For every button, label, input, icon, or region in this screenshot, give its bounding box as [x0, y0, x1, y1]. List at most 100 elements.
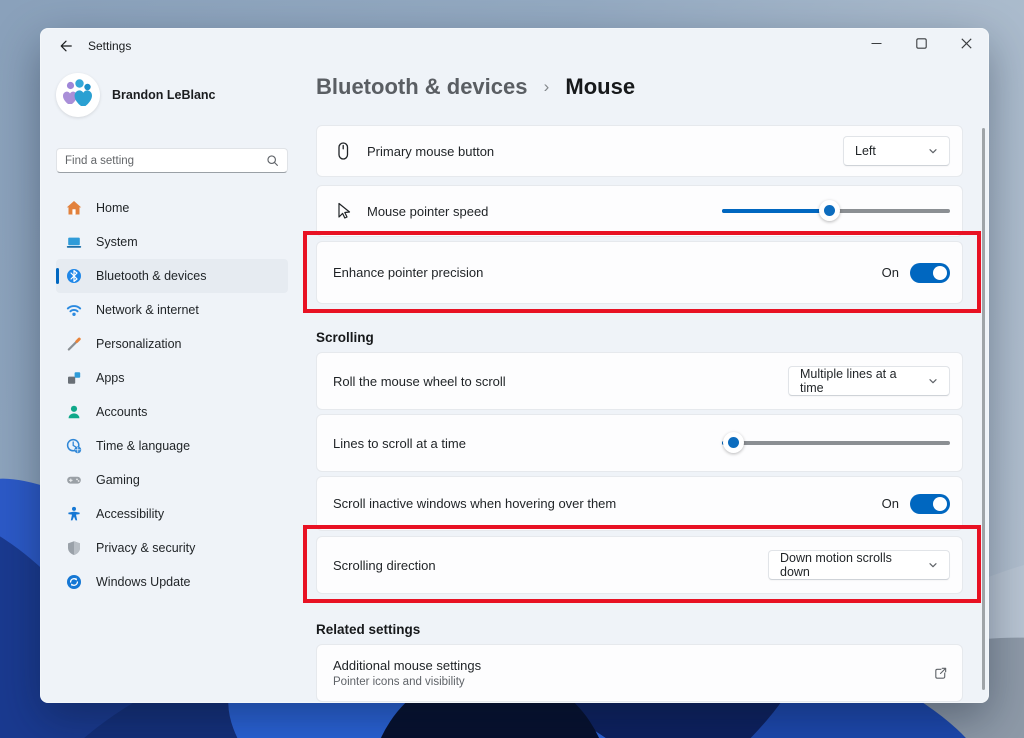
pointer-speed-row: Mouse pointer speed — [316, 185, 963, 237]
setting-label: Enhance pointer precision — [333, 265, 484, 280]
sidebar-item-label: Home — [96, 201, 130, 215]
system-icon — [66, 237, 82, 248]
sidebar-item-label: Bluetooth & devices — [96, 269, 207, 283]
sidebar-item-label: Windows Update — [96, 575, 191, 589]
network-icon — [66, 305, 82, 316]
sidebar-item-label: Network & internet — [96, 303, 199, 317]
sidebar-item-label: Privacy & security — [96, 541, 196, 555]
setting-label: Lines to scroll at a time — [333, 435, 466, 451]
slider-thumb[interactable] — [819, 200, 841, 221]
sidebar-item-windows-update[interactable]: Windows Update — [56, 565, 288, 599]
slider-thumb[interactable] — [723, 432, 745, 453]
content-scrollbar[interactable] — [982, 128, 985, 690]
dropdown-value: Multiple lines at a time — [800, 367, 897, 395]
chevron-down-icon — [929, 379, 937, 384]
toggle-state-label: On — [881, 496, 899, 511]
enhance-precision-toggle[interactable] — [910, 262, 950, 283]
sidebar-nav: Home System Bluetooth & devices Network … — [56, 191, 288, 599]
scroll-inactive-row: Scroll inactive windows when hovering ov… — [316, 476, 963, 531]
sidebar-item-label: Gaming — [96, 473, 140, 487]
home-icon — [66, 201, 82, 215]
sidebar-item-home[interactable]: Home — [56, 191, 288, 225]
dropdown-value: Left — [855, 144, 876, 158]
sidebar-item-system[interactable]: System — [56, 225, 288, 259]
scrolling-direction-row: Scrolling direction Down motion scrolls … — [316, 536, 963, 594]
window-controls — [854, 28, 989, 59]
chevron-down-icon — [929, 149, 937, 154]
back-arrow-icon — [60, 40, 72, 52]
sidebar-item-network-internet[interactable]: Network & internet — [56, 293, 288, 327]
pointer-speed-slider[interactable] — [722, 200, 950, 222]
mouse-icon — [338, 142, 349, 160]
additional-mouse-settings-row[interactable]: Additional mouse settings Pointer icons … — [316, 644, 963, 702]
setting-label: Roll the mouse wheel to scroll — [333, 373, 506, 389]
lines-to-scroll-slider[interactable] — [722, 432, 950, 454]
page-title: Mouse — [565, 74, 636, 99]
search-placeholder: Find a setting — [65, 154, 135, 167]
primary-button-dropdown[interactable]: Left — [843, 136, 950, 166]
wheel-scroll-dropdown[interactable]: Multiple lines at a time — [788, 366, 950, 396]
section-heading-related: Related settings — [316, 622, 421, 637]
window-title: Settings — [88, 39, 132, 53]
primary-mouse-button-row: Primary mouse button Left — [316, 125, 963, 177]
close-icon — [961, 38, 972, 49]
enhance-precision-row: Enhance pointer precision On — [316, 241, 963, 304]
maximize-button[interactable] — [899, 28, 944, 59]
sidebar-item-label: Accessibility — [96, 507, 165, 521]
external-link-button[interactable] — [930, 663, 950, 683]
setting-label: Scrolling direction — [333, 557, 436, 573]
scroll-inactive-toggle[interactable] — [910, 493, 950, 514]
back-button[interactable] — [52, 33, 80, 59]
setting-label: Scroll inactive windows when hovering ov… — [333, 496, 617, 511]
user-account-row[interactable]: Brandon LeBlanc — [56, 73, 216, 117]
sidebar-item-accessibility[interactable]: Accessibility — [56, 497, 288, 531]
accessibility-icon — [68, 506, 80, 521]
sidebar-item-privacy-security[interactable]: Privacy & security — [56, 531, 288, 565]
sidebar-item-apps[interactable]: Apps — [56, 361, 288, 395]
avatar — [56, 73, 100, 117]
setting-label: Primary mouse button — [367, 143, 495, 159]
chevron-down-icon — [929, 563, 937, 568]
personalization-icon — [67, 337, 81, 351]
breadcrumb-separator-icon: › — [543, 77, 550, 96]
section-heading-scrolling: Scrolling — [316, 330, 374, 345]
time-language-icon — [66, 438, 82, 454]
search-icon — [267, 155, 278, 166]
cursor-icon — [338, 202, 351, 219]
sidebar-item-time-language[interactable]: Time & language — [56, 429, 288, 463]
title-bar: Settings — [40, 28, 989, 64]
setting-label: Mouse pointer speed — [367, 203, 489, 219]
setting-sublabel: Pointer icons and visibility — [333, 676, 465, 688]
apps-icon — [68, 372, 81, 384]
sidebar-item-bluetooth-devices[interactable]: Bluetooth & devices — [56, 259, 288, 293]
shield-icon — [68, 541, 80, 555]
accounts-icon — [68, 405, 80, 419]
search-input[interactable]: Find a setting — [56, 148, 288, 173]
setting-label: Additional mouse settings — [333, 658, 482, 673]
scrolling-direction-dropdown[interactable]: Down motion scrolls down — [768, 550, 950, 580]
sidebar-item-label: Time & language — [96, 439, 191, 453]
bluetooth-icon — [67, 269, 81, 283]
sidebar-item-label: Accounts — [96, 405, 148, 419]
breadcrumb-parent[interactable]: Bluetooth & devices — [316, 74, 527, 99]
minimize-icon — [871, 42, 882, 45]
minimize-button[interactable] — [854, 28, 899, 59]
sidebar-item-label: Apps — [96, 371, 125, 385]
gaming-icon — [67, 476, 81, 484]
windows-update-icon — [67, 575, 81, 589]
maximize-icon — [916, 38, 927, 49]
user-name: Brandon LeBlanc — [112, 88, 216, 102]
sidebar-item-gaming[interactable]: Gaming — [56, 463, 288, 497]
sidebar-item-personalization[interactable]: Personalization — [56, 327, 288, 361]
toggle-state-label: On — [881, 265, 899, 280]
dropdown-value: Down motion scrolls down — [780, 551, 892, 579]
breadcrumb: Bluetooth & devices › Mouse — [316, 74, 635, 100]
sidebar-item-label: System — [96, 235, 138, 249]
settings-window: Settings Brandon LeBlanc Find a setting … — [40, 28, 989, 703]
sidebar-item-label: Personalization — [96, 337, 182, 351]
lines-to-scroll-row: Lines to scroll at a time — [316, 414, 963, 472]
external-link-icon — [934, 667, 946, 679]
close-button[interactable] — [944, 28, 989, 59]
wheel-scroll-row: Roll the mouse wheel to scroll Multiple … — [316, 352, 963, 410]
sidebar-item-accounts[interactable]: Accounts — [56, 395, 288, 429]
